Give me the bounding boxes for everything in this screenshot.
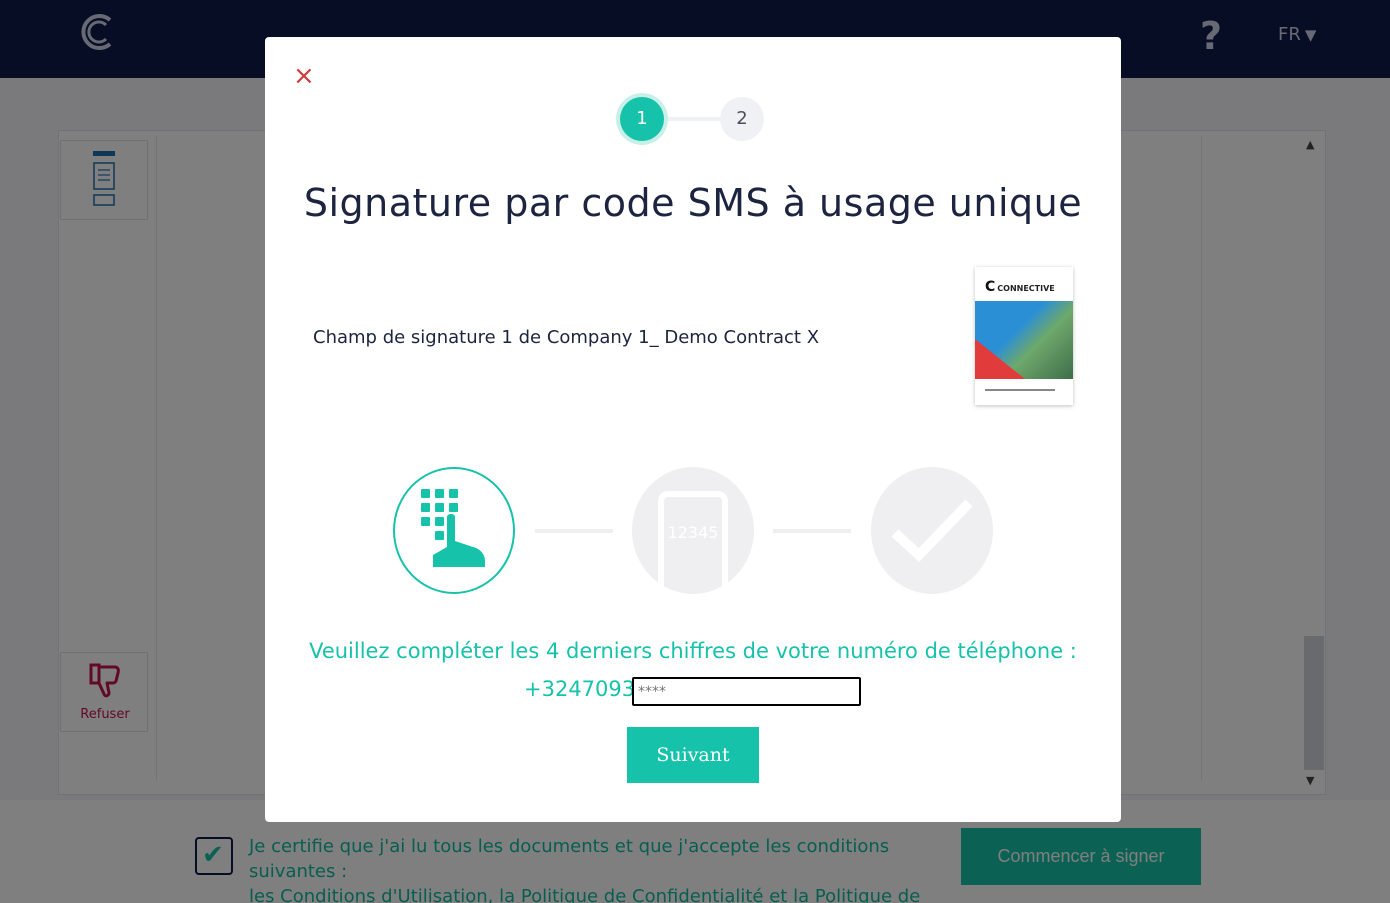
phone-icon bbox=[658, 491, 728, 595]
process-connector-2 bbox=[773, 529, 851, 533]
phone-digits-prompt: Veuillez compléter les 4 derniers chiffr… bbox=[309, 639, 1077, 663]
close-icon[interactable]: × bbox=[293, 63, 315, 89]
document-brand: C CONNECTIVE bbox=[985, 279, 1055, 295]
document-brand-label: CONNECTIVE bbox=[997, 284, 1055, 293]
keypad-hand-icon bbox=[421, 489, 485, 567]
sms-signature-modal: × 1 2 Signature par code SMS à usage uni… bbox=[265, 37, 1121, 822]
document-footer-line bbox=[985, 389, 1055, 391]
phone-code-sample: 12345 bbox=[667, 523, 719, 542]
step-2: 2 bbox=[720, 97, 764, 141]
document-preview: C CONNECTIVE bbox=[975, 267, 1073, 405]
confirm-step-icon bbox=[871, 467, 993, 594]
phone-digits-input[interactable] bbox=[632, 677, 861, 706]
next-button[interactable]: Suivant bbox=[627, 727, 759, 783]
document-cover-image bbox=[975, 301, 1073, 379]
keypad-step-icon bbox=[393, 467, 515, 594]
checkmark-icon bbox=[891, 499, 973, 562]
phone-prefix: +3247093 bbox=[524, 677, 636, 701]
modal-title: Signature par code SMS à usage unique bbox=[303, 181, 1083, 225]
stepper: 1 2 bbox=[620, 97, 764, 141]
signature-field-name: Champ de signature 1 de Company 1_ Demo … bbox=[313, 327, 820, 348]
step-1: 1 bbox=[620, 97, 664, 141]
phone-step-icon: 12345 bbox=[632, 467, 754, 595]
process-connector-1 bbox=[535, 529, 613, 533]
brand-c-icon: C bbox=[985, 279, 996, 295]
